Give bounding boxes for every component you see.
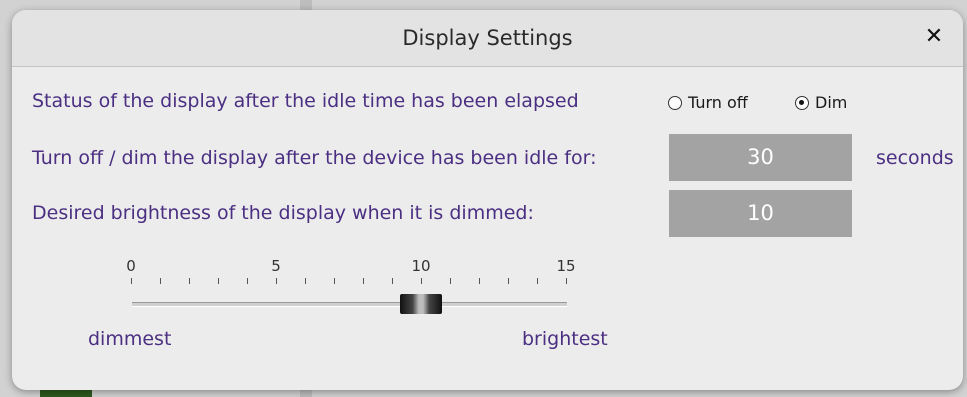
idle-time-label: Turn off / dim the display after the dev…: [32, 147, 597, 169]
idle-time-unit: seconds: [876, 147, 954, 169]
slider-tick-label-10: 10: [411, 257, 431, 275]
radio-dim-circle[interactable]: [795, 95, 809, 110]
slider-tick: [276, 278, 277, 284]
slider-tick: [479, 278, 480, 284]
slider-max-label: brightest: [522, 328, 608, 350]
display-settings-dialog: Display Settings ✕ Status of the display…: [12, 10, 963, 390]
slider-tick: [537, 278, 538, 284]
dialog-title: Display Settings: [402, 26, 573, 50]
brightness-slider-thumb[interactable]: [400, 294, 442, 314]
idle-time-input[interactable]: 30: [669, 134, 852, 181]
slider-tick: [421, 278, 422, 284]
slider-tick: [566, 278, 567, 284]
slider-tick-label-15: 15: [556, 257, 576, 275]
radio-dim-label: Dim: [815, 93, 848, 112]
slider-min-label: dimmest: [88, 328, 172, 350]
slider-tick: [131, 278, 132, 284]
status-label: Status of the display after the idle tim…: [32, 90, 579, 112]
slider-tick: [363, 278, 364, 284]
slider-tick-label-0: 0: [126, 257, 136, 275]
slider-tick: [160, 278, 161, 284]
slider-tick: [189, 278, 190, 284]
slider-tick: [305, 278, 306, 284]
dialog-titlebar: Display Settings ✕: [12, 10, 963, 67]
radio-selected-dot: [799, 99, 804, 105]
slider-tick: [392, 278, 393, 284]
radio-turn-off[interactable]: Turn off: [668, 93, 748, 112]
slider-tick: [334, 278, 335, 284]
radio-turn-off-circle[interactable]: [668, 95, 682, 110]
slider-tick: [247, 278, 248, 284]
slider-tick: [450, 278, 451, 284]
slider-tick: [508, 278, 509, 284]
radio-dim[interactable]: Dim: [795, 93, 847, 112]
radio-turn-off-label: Turn off: [688, 93, 748, 112]
brightness-slider-track[interactable]: [132, 302, 567, 307]
brightness-label: Desired brightness of the display when i…: [32, 202, 534, 224]
slider-tick-label-5: 5: [271, 257, 281, 275]
brightness-input[interactable]: 10: [669, 190, 852, 237]
close-icon[interactable]: ✕: [919, 22, 949, 52]
slider-tick: [218, 278, 219, 284]
